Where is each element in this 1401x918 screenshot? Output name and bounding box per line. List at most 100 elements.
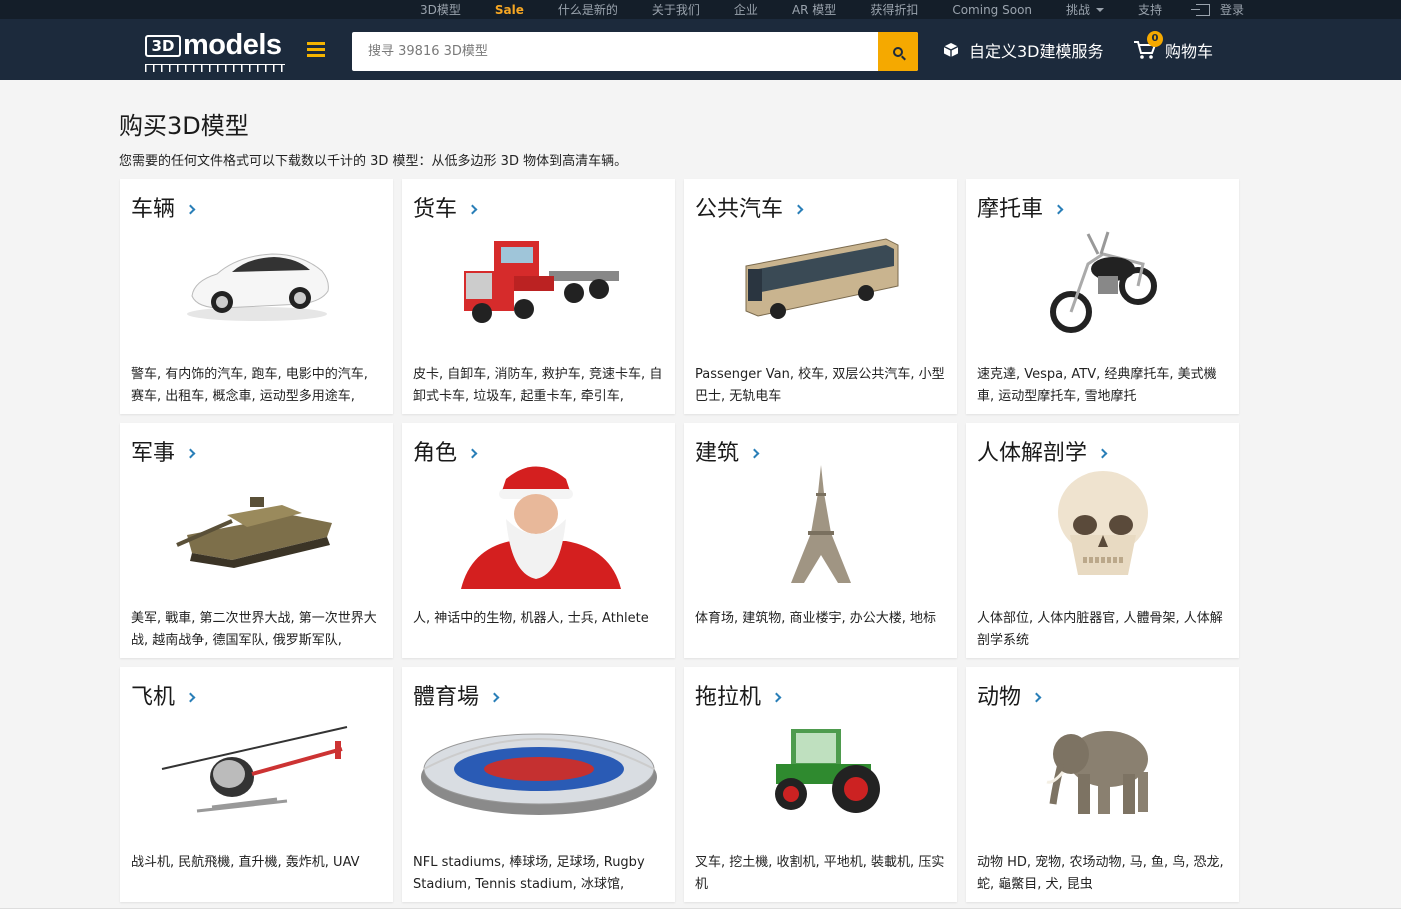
truck-image[interactable] bbox=[402, 221, 675, 341]
stadium-image[interactable] bbox=[402, 709, 675, 829]
bottom-status-strip bbox=[0, 908, 1401, 918]
category-title[interactable]: 公共汽车 bbox=[695, 191, 804, 223]
search-input[interactable] bbox=[352, 32, 878, 71]
car-image[interactable] bbox=[120, 221, 393, 341]
category-title[interactable]: 动物 bbox=[977, 679, 1042, 711]
category-card-architecture[interactable]: 建筑 体育场, 建筑物, 商业楼宇, 办公大楼, 地标 bbox=[684, 423, 957, 658]
category-title-text: 动物 bbox=[977, 685, 1022, 710]
chevron-right-icon bbox=[1097, 448, 1108, 458]
category-title[interactable]: 人体解剖学 bbox=[977, 435, 1108, 467]
category-title-text: 公共汽车 bbox=[695, 197, 784, 222]
chevron-down-icon bbox=[1096, 7, 1105, 12]
top-nav-whats-new[interactable]: 什么是新的 bbox=[558, 1, 618, 18]
login-icon bbox=[1191, 3, 1211, 16]
top-nav-support[interactable]: 支持 bbox=[1138, 1, 1162, 18]
category-card-military[interactable]: 军事 美军, 戰車, 第二次世界大战, 第一次世界大战, 越南战争, 德国军队,… bbox=[120, 423, 393, 658]
cart-icon: 0 bbox=[1133, 30, 1163, 60]
category-card-trucks[interactable]: 货车 皮卡, 自卸车, 消防车, 救护车, 竞速卡车, 自卸式卡车, 垃圾车, … bbox=[402, 179, 675, 414]
category-title-text: 车辆 bbox=[131, 197, 176, 222]
bus-image[interactable] bbox=[684, 221, 957, 341]
custom-modeling-link[interactable]: 自定义3D建模服务 bbox=[943, 19, 1104, 80]
page-title: 购买3D模型 bbox=[119, 112, 249, 140]
category-tags: 警车, 有内饰的汽车, 跑车, 电影中的汽车, 赛车, 出租车, 概念車, 运动… bbox=[131, 367, 368, 404]
logo-badge: 3D bbox=[145, 35, 181, 57]
chevron-right-icon bbox=[771, 692, 782, 702]
cart-label: 购物车 bbox=[1165, 41, 1214, 61]
eiffel-tower-image[interactable] bbox=[684, 464, 957, 585]
motorcycle-image[interactable] bbox=[966, 221, 1239, 341]
category-card-motorcycles[interactable]: 摩托車 速克達, Vespa, ATV, 经典摩托车, 美式機車, 运动型摩托车… bbox=[966, 179, 1239, 414]
chevron-right-icon bbox=[489, 692, 500, 702]
top-nav-3d-models[interactable]: 3D模型 bbox=[420, 1, 461, 18]
category-title-text: 拖拉机 bbox=[695, 685, 762, 710]
category-tags: 美军, 戰車, 第二次世界大战, 第一次世界大战, 越南战争, 德国军队, 俄罗… bbox=[131, 611, 377, 648]
top-nav-discount[interactable]: 获得折扣 bbox=[870, 1, 918, 18]
top-nav: 3D模型 Sale 什么是新的 关于我们 企业 AR 模型 获得折扣 Comin… bbox=[0, 0, 1401, 19]
top-nav-challenge-label: 挑战 bbox=[1066, 3, 1091, 17]
site-logo[interactable]: 3D models bbox=[145, 29, 285, 73]
category-title[interactable]: 货车 bbox=[413, 191, 478, 223]
category-card-stadiums[interactable]: 體育場 NFL stadiums, 棒球场, 足球场, Rugby Stadiu… bbox=[402, 667, 675, 902]
search-icon bbox=[893, 46, 903, 57]
chevron-right-icon bbox=[749, 448, 760, 458]
helicopter-image[interactable] bbox=[120, 709, 393, 829]
menu-icon[interactable] bbox=[307, 42, 325, 57]
category-card-characters[interactable]: 角色 人, 神话中的生物, 机器人, 士兵, Athlete bbox=[402, 423, 675, 658]
category-title-text: 货车 bbox=[413, 197, 458, 222]
cube-icon bbox=[943, 42, 959, 58]
top-nav-enterprise[interactable]: 企业 bbox=[734, 1, 758, 18]
page-subtitle: 您需要的任何文件格式可以下载数以千计的 3D 模型：从低多边形 3D 物体到高清… bbox=[119, 154, 628, 169]
tank-image[interactable] bbox=[120, 465, 393, 585]
cart-count-badge: 0 bbox=[1147, 30, 1163, 47]
category-grid: 车辆 警车, 有内饰的汽车, 跑车, 电影中的汽车, 赛车, 出租车, 概念車,… bbox=[120, 179, 1240, 902]
category-title-text: 建筑 bbox=[695, 441, 740, 466]
category-tags: 体育场, 建筑物, 商业楼宇, 办公大楼, 地标 bbox=[695, 611, 937, 626]
category-tags: 人, 神话中的生物, 机器人, 士兵, Athlete bbox=[413, 611, 649, 626]
search-button[interactable] bbox=[878, 32, 918, 71]
category-title-text: 飞机 bbox=[131, 685, 176, 710]
santa-image[interactable] bbox=[402, 459, 675, 589]
category-tags: 人体部位, 人体内脏器官, 人體骨架, 人体解剖学系统 bbox=[977, 611, 1223, 648]
top-nav-login[interactable]: 登录 bbox=[1191, 1, 1244, 18]
category-tags: 皮卡, 自卸车, 消防车, 救护车, 竞速卡车, 自卸式卡车, 垃圾车, 起重卡… bbox=[413, 367, 663, 404]
category-card-tractors[interactable]: 拖拉机 叉车, 挖土機, 收割机, 平地机, 裝載机, 压实机 bbox=[684, 667, 957, 902]
category-tags: 速克達, Vespa, ATV, 经典摩托车, 美式機車, 运动型摩托车, 雪地… bbox=[977, 367, 1217, 404]
header: 3D models 自定义3D建模服务 0 购物车 bbox=[0, 19, 1401, 80]
skull-image[interactable] bbox=[966, 465, 1239, 585]
search-bar bbox=[352, 32, 918, 71]
top-nav-challenge[interactable]: 挑战 bbox=[1066, 1, 1105, 18]
chevron-right-icon bbox=[1031, 692, 1042, 702]
category-title-text: 體育場 bbox=[413, 685, 480, 710]
category-card-animals[interactable]: 动物 动物 HD, 宠物, 农场动物, 马, 鱼, 鸟, 恐龙, 蛇, 龜鱉目,… bbox=[966, 667, 1239, 902]
cart-link[interactable]: 0 购物车 bbox=[1133, 19, 1213, 80]
chevron-right-icon bbox=[467, 204, 478, 214]
top-nav-about[interactable]: 关于我们 bbox=[652, 1, 700, 18]
category-title[interactable]: 飞机 bbox=[131, 679, 196, 711]
category-title[interactable]: 摩托車 bbox=[977, 191, 1064, 223]
category-title-text: 摩托車 bbox=[977, 197, 1044, 222]
category-tags: 动物 HD, 宠物, 农场动物, 马, 鱼, 鸟, 恐龙, 蛇, 龜鱉目, 犬,… bbox=[977, 855, 1224, 892]
logo-ruler bbox=[145, 64, 285, 72]
top-nav-sale[interactable]: Sale bbox=[495, 3, 524, 17]
chevron-right-icon bbox=[185, 448, 196, 458]
category-card-anatomy[interactable]: 人体解剖学 人体部位, 人体内脏器官, 人體骨架, 人体解剖学系统 bbox=[966, 423, 1239, 658]
custom-modeling-label: 自定义3D建模服务 bbox=[969, 41, 1104, 61]
chevron-right-icon bbox=[793, 204, 804, 214]
top-nav-coming-soon[interactable]: Coming Soon bbox=[952, 3, 1032, 17]
elephant-image[interactable] bbox=[966, 709, 1239, 829]
category-card-buses[interactable]: 公共汽车 Passenger Van, 校车, 双层公共汽车, 小型巴士, 无轨… bbox=[684, 179, 957, 414]
category-title-text: 军事 bbox=[131, 441, 176, 466]
chevron-right-icon bbox=[185, 204, 196, 214]
category-card-vehicles[interactable]: 车辆 警车, 有内饰的汽车, 跑车, 电影中的汽车, 赛车, 出租车, 概念車,… bbox=[120, 179, 393, 414]
chevron-right-icon bbox=[467, 448, 478, 458]
category-card-aircraft[interactable]: 飞机 战斗机, 民航飛機, 直升機, 轰炸机, UAV bbox=[120, 667, 393, 902]
category-title[interactable]: 车辆 bbox=[131, 191, 196, 223]
top-nav-ar-models[interactable]: AR 模型 bbox=[792, 1, 836, 18]
category-title[interactable]: 建筑 bbox=[695, 435, 760, 467]
category-title[interactable]: 體育場 bbox=[413, 679, 500, 711]
category-title[interactable]: 拖拉机 bbox=[695, 679, 782, 711]
logo-text: models bbox=[183, 29, 282, 61]
category-tags: 战斗机, 民航飛機, 直升機, 轰炸机, UAV bbox=[131, 855, 360, 870]
tractor-image[interactable] bbox=[684, 709, 957, 829]
category-title[interactable]: 军事 bbox=[131, 435, 196, 467]
